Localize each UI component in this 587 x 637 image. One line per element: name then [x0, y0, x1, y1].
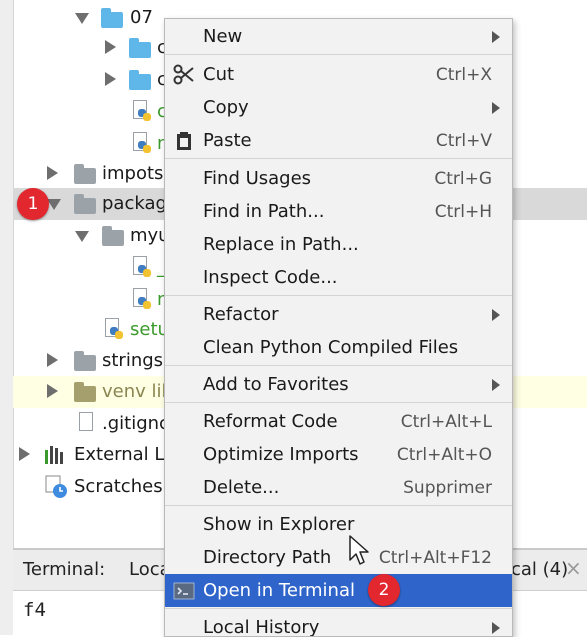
- terminal-tab-local-4[interactable]: cal (4): [511, 559, 568, 580]
- submenu-arrow-icon: [492, 30, 500, 43]
- folder-icon: [74, 351, 96, 371]
- menu-item-inspect-code[interactable]: Inspect Code...: [165, 261, 512, 294]
- scratches-icon: [45, 475, 67, 498]
- tree-label: strings: [102, 350, 164, 371]
- menu-item-label: Find in Path...: [203, 201, 325, 222]
- terminal-icon: [173, 582, 195, 599]
- ignore-file-icon: [79, 412, 97, 434]
- collapse-arrow-icon[interactable]: [105, 72, 116, 86]
- menu-separator: [165, 158, 512, 159]
- menu-item-refactor[interactable]: Refactor: [165, 298, 512, 331]
- menu-item-label: Delete...: [203, 477, 280, 498]
- expand-arrow-icon[interactable]: [47, 199, 61, 210]
- menu-item-shortcut: Ctrl+H: [434, 201, 492, 222]
- context-menu: New Cut Ctrl+X Copy Paste Ctrl+V Find Us…: [164, 18, 513, 637]
- menu-item-label: Paste: [203, 130, 252, 151]
- menu-item-shortcut: Supprimer: [403, 477, 492, 498]
- menu-item-shortcut: Ctrl+G: [434, 168, 492, 189]
- menu-separator: [165, 402, 512, 403]
- menu-item-label: Optimize Imports: [203, 444, 359, 465]
- terminal-title: Terminal:: [23, 559, 106, 580]
- menu-item-optimize-imports[interactable]: Optimize Imports Ctrl+Alt+O: [165, 438, 512, 471]
- expand-arrow-icon[interactable]: [75, 13, 89, 24]
- python-file-icon: [133, 288, 151, 310]
- menu-item-shortcut: Ctrl+V: [435, 130, 492, 151]
- folder-icon: [129, 70, 151, 90]
- submenu-arrow-icon: [492, 378, 500, 391]
- submenu-arrow-icon: [492, 308, 500, 321]
- collapse-arrow-icon[interactable]: [105, 40, 116, 54]
- folder-icon: [74, 164, 96, 184]
- collapse-arrow-icon[interactable]: [47, 384, 58, 398]
- tree-label: impots: [102, 163, 164, 184]
- python-file-icon: [105, 318, 123, 340]
- menu-item-label: Add to Favorites: [203, 374, 349, 395]
- menu-item-reformat-code[interactable]: Reformat Code Ctrl+Alt+L: [165, 405, 512, 438]
- menu-item-find-usages[interactable]: Find Usages Ctrl+G: [165, 162, 512, 195]
- python-file-icon: [133, 256, 151, 278]
- collapse-arrow-icon[interactable]: [19, 447, 30, 461]
- favorites-strip[interactable]: orites: [0, 0, 14, 635]
- menu-item-label: Directory Path: [203, 547, 332, 568]
- folder-icon: [74, 382, 96, 402]
- menu-item-shortcut: Ctrl+Alt+F12: [378, 547, 492, 568]
- menu-item-show-in-explorer[interactable]: Show in Explorer: [165, 508, 512, 541]
- step-badge-1: 1: [17, 188, 49, 220]
- menu-item-shortcut: Ctrl+Alt+O: [396, 444, 492, 465]
- clipboard-icon: [177, 131, 191, 150]
- folder-icon: [101, 8, 123, 28]
- menu-item-label: Copy: [203, 97, 249, 118]
- menu-item-label: Show in Explorer: [203, 514, 355, 535]
- tree-label: 07: [130, 7, 153, 28]
- folder-icon: [129, 38, 151, 58]
- menu-item-replace-in-path[interactable]: Replace in Path...: [165, 228, 512, 261]
- submenu-arrow-icon: [492, 621, 500, 634]
- collapse-arrow-icon[interactable]: [47, 166, 58, 180]
- menu-item-directory-path[interactable]: Directory Path Ctrl+Alt+F12: [165, 541, 512, 574]
- library-icon: [45, 446, 67, 464]
- menu-separator: [165, 54, 512, 55]
- menu-item-label: Replace in Path...: [203, 234, 359, 255]
- mouse-pointer-icon: [349, 535, 369, 565]
- menu-separator: [165, 295, 512, 296]
- menu-separator: [165, 608, 512, 609]
- menu-item-label: Reformat Code: [203, 411, 338, 432]
- menu-item-shortcut: Ctrl+X: [435, 64, 492, 85]
- menu-separator: [165, 365, 512, 366]
- menu-item-new[interactable]: New: [165, 20, 512, 53]
- menu-item-label: Local History: [203, 617, 320, 637]
- menu-item-label: New: [203, 26, 243, 47]
- menu-item-local-history[interactable]: Local History: [165, 611, 512, 637]
- menu-item-label: Inspect Code...: [203, 267, 338, 288]
- menu-item-add-to-favorites[interactable]: Add to Favorites: [165, 368, 512, 401]
- scissors-icon: [173, 64, 194, 84]
- menu-item-find-in-path[interactable]: Find in Path... Ctrl+H: [165, 195, 512, 228]
- menu-item-label: Cut: [203, 64, 235, 85]
- tree-label: .gitignc: [102, 413, 169, 434]
- menu-item-delete[interactable]: Delete... Supprimer: [165, 471, 512, 504]
- python-file-icon: [133, 132, 151, 154]
- expand-arrow-icon[interactable]: [75, 231, 89, 242]
- step-badge-2: 2: [368, 574, 400, 606]
- menu-item-label: Clean Python Compiled Files: [203, 337, 459, 358]
- collapse-arrow-icon[interactable]: [47, 353, 58, 367]
- menu-item-cut[interactable]: Cut Ctrl+X: [165, 58, 512, 91]
- menu-item-clean-python-compiled[interactable]: Clean Python Compiled Files: [165, 331, 512, 364]
- close-tab-icon[interactable]: ×: [565, 556, 582, 580]
- submenu-arrow-icon: [492, 101, 500, 114]
- terminal-output-line: f4: [23, 599, 46, 621]
- menu-item-label: Find Usages: [203, 168, 312, 189]
- menu-item-paste[interactable]: Paste Ctrl+V: [165, 124, 512, 157]
- tree-label: venv lil: [102, 381, 167, 402]
- menu-item-open-in-terminal[interactable]: Open in Terminal 2: [165, 574, 512, 607]
- menu-item-copy[interactable]: Copy: [165, 91, 512, 124]
- folder-icon: [74, 194, 96, 214]
- menu-item-label: Refactor: [203, 304, 279, 325]
- python-file-icon: [133, 100, 151, 122]
- menu-item-label: Open in Terminal: [203, 580, 355, 601]
- menu-separator: [165, 505, 512, 506]
- folder-icon: [102, 226, 124, 246]
- menu-item-shortcut: Ctrl+Alt+L: [400, 411, 492, 432]
